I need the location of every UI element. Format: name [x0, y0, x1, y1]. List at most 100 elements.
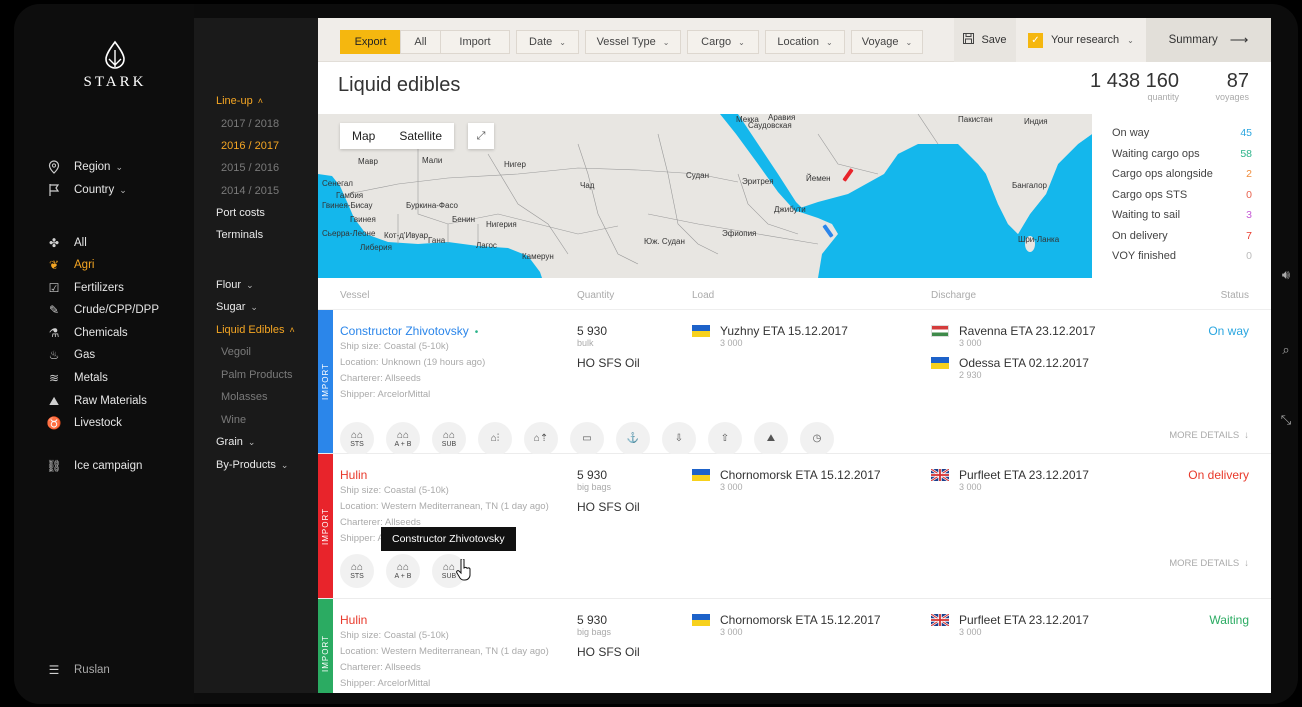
- vessel-waiting-icon[interactable]: ⌂⇡: [524, 422, 558, 456]
- season-item[interactable]: 2017 / 2018: [221, 118, 279, 130]
- uk-flag-icon: [931, 469, 949, 481]
- summary-button[interactable]: Summary ⟶: [1146, 18, 1271, 62]
- collapse-arrows-icon[interactable]: ⤡: [1276, 410, 1296, 430]
- table-row[interactable]: IMPORT Constructor Zhivotovsky • Ship size:…: [318, 310, 1271, 456]
- load-down-icon[interactable]: ⇩: [662, 422, 696, 456]
- table-row[interactable]: IMPORT Hulin Ship size: Coastal (5-10k) Loc…: [318, 599, 1271, 693]
- clock-timer-icon[interactable]: ◷: [800, 422, 834, 456]
- ice-campaign-link[interactable]: ⛓ Ice campaign: [46, 457, 142, 475]
- load-port[interactable]: Chornomorsk ETA 15.12.2017: [692, 613, 881, 627]
- vessel-name-link[interactable]: Hulin: [340, 468, 367, 482]
- category-raw-materials[interactable]: ⛰ Raw Materials: [46, 392, 147, 410]
- chevron-down-icon: ⌄: [280, 460, 289, 470]
- load-column-header[interactable]: Load: [692, 290, 714, 301]
- svg-text:Сьерра-Леоне: Сьерра-Леоне: [322, 229, 376, 238]
- season-item-active[interactable]: 2016 / 2017: [221, 140, 279, 152]
- category-chemicals[interactable]: ⚗ Chemicals: [46, 324, 128, 342]
- discharge-port[interactable]: Ravenna ETA 23.12.2017: [931, 324, 1096, 338]
- load-up-icon[interactable]: ⇧: [708, 422, 742, 456]
- quantity-column-header[interactable]: Quantity: [577, 290, 614, 301]
- ship-to-ship-icon[interactable]: ⌂⌂ STS: [340, 422, 374, 456]
- stark-logo[interactable]: STARK: [70, 40, 160, 91]
- op-label: STS: [350, 440, 364, 448]
- speaker-icon[interactable]: 🔊︎: [1276, 265, 1296, 285]
- ship-a-b-icon[interactable]: ⌂⌂ A + B: [386, 554, 420, 588]
- status-column-header[interactable]: Status: [1221, 290, 1249, 301]
- all-filter-button[interactable]: All: [400, 30, 440, 54]
- lineup-toggle[interactable]: Line-up ˄: [216, 95, 263, 107]
- date-dropdown[interactable]: Date ⌄: [516, 30, 579, 54]
- vessel-type-dropdown[interactable]: Vessel Type ⌄: [585, 30, 681, 54]
- op-glyph: ⚓: [626, 433, 640, 444]
- category-all[interactable]: ✤ All: [46, 234, 87, 252]
- ship-to-ship-icon[interactable]: ⌂⌂ STS: [340, 554, 374, 588]
- discharge-port[interactable]: Purfleet ETA 23.12.2017: [931, 613, 1089, 627]
- category-crude[interactable]: ✎ Crude/CPP/DPP: [46, 301, 159, 319]
- status-count-row[interactable]: Cargo ops STS 0: [1112, 189, 1252, 201]
- status-count-row[interactable]: On way 45: [1112, 127, 1252, 139]
- more-details-link[interactable]: MORE DETAILS ↓: [1169, 558, 1249, 569]
- discharge-column-header[interactable]: Discharge: [931, 290, 976, 301]
- user-name: Ruslan: [74, 664, 110, 676]
- category-gas[interactable]: ♨ Gas: [46, 346, 95, 364]
- liquid-edibles-toggle[interactable]: Liquid Edibles ˄: [216, 324, 295, 336]
- search-zoom-icon[interactable]: ⌕: [1276, 340, 1296, 360]
- chevron-up-icon: ˄: [257, 96, 263, 106]
- checkmark-icon: ✓: [1028, 32, 1043, 48]
- voyage-dropdown[interactable]: Voyage ⌄: [851, 30, 923, 54]
- status-count-row[interactable]: VOY finished 0: [1112, 250, 1252, 262]
- map-tab[interactable]: Map: [340, 123, 387, 149]
- status-count-row[interactable]: Waiting cargo ops 58: [1112, 148, 1252, 160]
- country-filter[interactable]: Country ⌄: [46, 181, 127, 199]
- mountains-icon[interactable]: ⛰: [754, 422, 788, 456]
- cargo-dropdown[interactable]: Cargo ⌄: [687, 30, 759, 54]
- svg-text:Индия: Индия: [1024, 117, 1048, 126]
- vessel-map[interactable]: Мали Нигер Чад Судан Эритрея Йемен Джибу…: [318, 114, 1092, 278]
- svg-text:Эритрея: Эритрея: [742, 177, 774, 186]
- subcategory-item[interactable]: Molasses: [221, 391, 267, 403]
- byproducts-toggle[interactable]: By-Products ⌄: [216, 459, 288, 471]
- category-agri[interactable]: ❦ Agri: [46, 256, 94, 274]
- load-port[interactable]: Yuzhny ETA 15.12.2017: [692, 324, 848, 338]
- op-label: A + B: [394, 440, 412, 448]
- fullscreen-icon[interactable]: ⤢: [468, 123, 494, 149]
- category-fertilizers[interactable]: ☑ Fertilizers: [46, 279, 124, 297]
- region-filter[interactable]: Region ⌄: [46, 158, 123, 176]
- vessel-column-header[interactable]: Vessel: [340, 290, 369, 301]
- subcategory-item[interactable]: Palm Products: [221, 369, 293, 381]
- terminals-link[interactable]: Terminals: [216, 229, 263, 241]
- filter-toolbar: Export All Import Date ⌄ Vessel Type ⌄ Car…: [318, 18, 1271, 62]
- status-count-row[interactable]: On delivery 7: [1112, 230, 1252, 242]
- subcategory-item[interactable]: Wine: [221, 414, 246, 426]
- season-item[interactable]: 2015 / 2016: [221, 162, 279, 174]
- discharge-port[interactable]: Purfleet ETA 23.12.2017: [931, 468, 1089, 482]
- location-dropdown[interactable]: Location ⌄: [765, 30, 845, 54]
- user-menu[interactable]: ☰ Ruslan: [46, 661, 110, 679]
- vessel-berth-icon[interactable]: ⌂⫶: [478, 422, 512, 456]
- ship-sub-icon[interactable]: ⌂⌂ SUB: [432, 422, 466, 456]
- vessel-name-link[interactable]: Hulin: [340, 613, 367, 627]
- import-filter-button[interactable]: Import: [440, 30, 510, 54]
- discharge-port[interactable]: Odessa ETA 02.12.2017: [931, 356, 1089, 370]
- status-count-row[interactable]: Cargo ops alongside 2: [1112, 168, 1252, 180]
- anchor-icon[interactable]: ⚓: [616, 422, 650, 456]
- flour-toggle[interactable]: Flour ⌄: [216, 279, 254, 291]
- your-research-dropdown[interactable]: ✓ Your research ⌄: [1016, 18, 1146, 62]
- category-metals[interactable]: ≋ Metals: [46, 369, 108, 387]
- category-livestock[interactable]: ♉ Livestock: [46, 414, 122, 432]
- load-port[interactable]: Chornomorsk ETA 15.12.2017: [692, 468, 881, 482]
- port-costs-link[interactable]: Port costs: [216, 207, 265, 219]
- ship-size: Ship size: Coastal (5-10k): [340, 485, 449, 496]
- satellite-tab[interactable]: Satellite: [387, 123, 454, 149]
- export-filter-button[interactable]: Export: [340, 30, 400, 54]
- vessel-name-link[interactable]: Constructor Zhivotovsky •: [340, 324, 478, 338]
- more-details-link[interactable]: MORE DETAILS ↓: [1169, 430, 1249, 441]
- ship-a-b-icon[interactable]: ⌂⌂ A + B: [386, 422, 420, 456]
- save-button[interactable]: Save: [954, 18, 1016, 62]
- cargo-ship-icon[interactable]: ▭: [570, 422, 604, 456]
- subcategory-item[interactable]: Vegoil: [221, 346, 251, 358]
- status-count-row[interactable]: Waiting to sail 3: [1112, 209, 1252, 221]
- grain-toggle[interactable]: Grain ⌄: [216, 436, 255, 448]
- season-item[interactable]: 2014 / 2015: [221, 185, 279, 197]
- sugar-toggle[interactable]: Sugar ⌄: [216, 301, 258, 313]
